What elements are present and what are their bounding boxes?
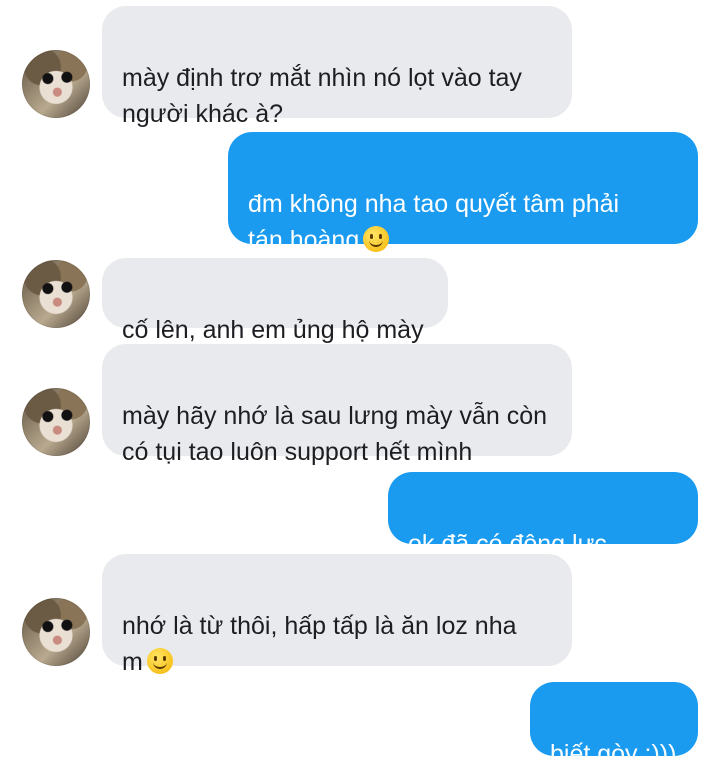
message-text: cố lên, anh em ủng hộ mày [122,316,424,344]
message-text: nhớ là từ thôi, hấp tấp là ăn loz nha m [122,612,517,676]
message-text: mày định trơ mắt nhìn nó lọt vào tay ngư… [122,64,522,128]
message-text: mày hãy nhớ là sau lưng mày vẫn còn có t… [122,402,548,466]
message-text: biết gòy :))) [550,740,677,768]
message-text: đm không nha tao quyết tâm phải tán hoàn… [248,190,620,254]
contact-avatar[interactable] [22,260,90,328]
incoming-message-bubble[interactable]: mày định trơ mắt nhìn nó lọt vào tay ngư… [102,6,572,128]
slightly-smiling-face-icon [363,226,390,252]
contact-avatar[interactable] [22,598,90,666]
incoming-message-bubble[interactable]: cố lên, anh em ủng hộ mày [102,258,448,344]
incoming-message-bubble[interactable]: nhớ là từ thôi, hấp tấp là ăn loz nha m [102,554,572,676]
outgoing-message-bubble[interactable]: biết gòy :))) [530,682,698,768]
outgoing-message-bubble[interactable]: ok đã có động lực [388,472,698,590]
contact-avatar[interactable] [22,50,90,118]
outgoing-message-bubble[interactable]: đm không nha tao quyết tâm phải tán hoàn… [228,132,698,254]
slightly-smiling-face-icon [146,648,173,674]
contact-avatar[interactable] [22,388,90,456]
incoming-message-bubble[interactable]: mày hãy nhớ là sau lưng mày vẫn còn có t… [102,344,572,466]
